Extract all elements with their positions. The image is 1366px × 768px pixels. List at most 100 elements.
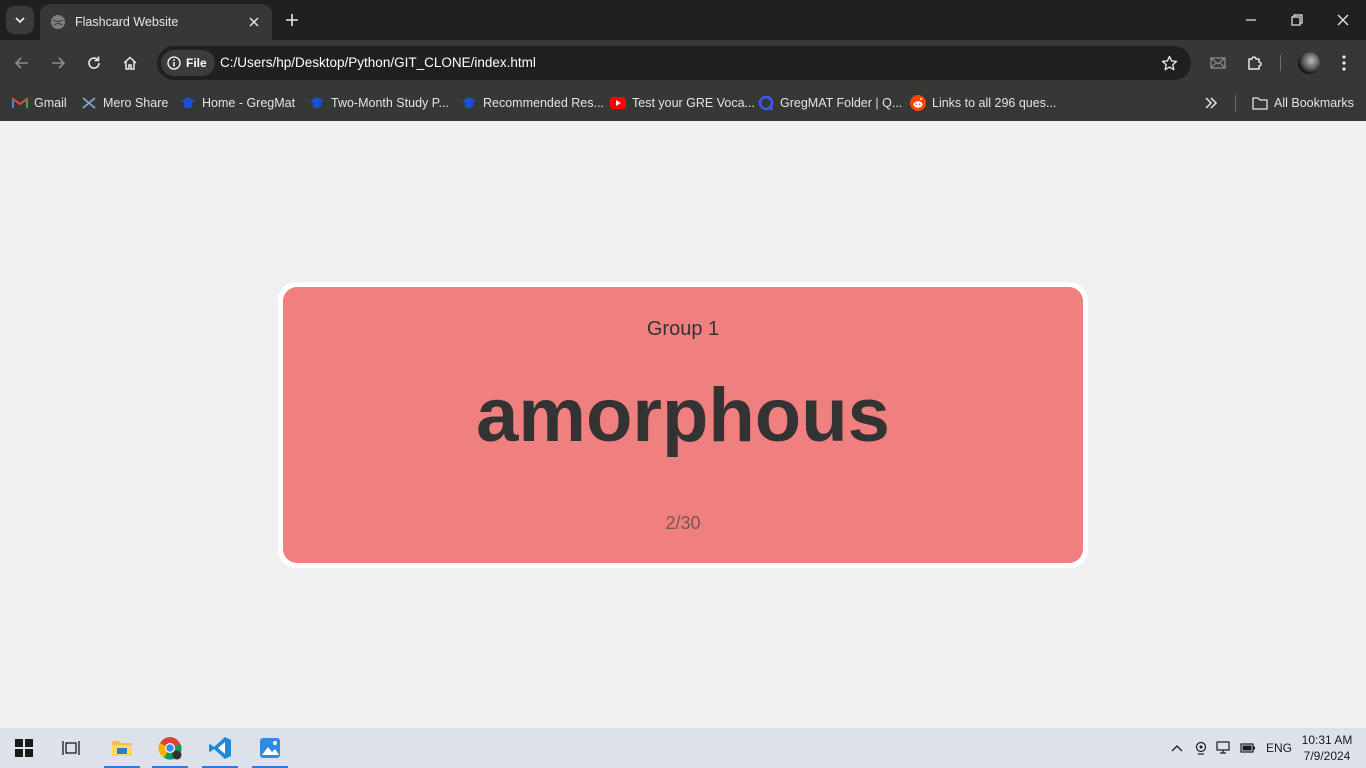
forward-button[interactable]	[46, 51, 70, 75]
bookmark-label: Home - GregMat	[202, 96, 296, 110]
globe-icon	[51, 15, 65, 29]
reddit-icon	[910, 95, 926, 111]
windows-taskbar: ENG 10:31 AM 7/9/2024	[0, 728, 1366, 768]
reload-button[interactable]	[82, 51, 106, 75]
close-tab-icon[interactable]	[246, 14, 262, 30]
all-bookmarks-label: All Bookmarks	[1274, 96, 1354, 110]
tab-flashcard[interactable]: Flashcard Website	[40, 4, 272, 40]
tray-battery[interactable]	[1240, 740, 1256, 756]
bookmark-links-296-questions[interactable]: Links to all 296 ques...	[910, 94, 1056, 112]
tray-network[interactable]	[1216, 740, 1232, 756]
system-clock[interactable]: 10:31 AM 7/9/2024	[1296, 732, 1358, 764]
browser-menu-button[interactable]	[1333, 52, 1355, 74]
mail-icon	[1210, 57, 1226, 69]
card-counter: 2/30	[665, 513, 701, 533]
back-button[interactable]	[10, 51, 34, 75]
browser-toolbar: File C:/Users/hp/Desktop/Python/GIT_CLON…	[0, 40, 1366, 86]
bookmark-test-gre-vocab[interactable]: Test your GRE Voca...	[610, 94, 755, 112]
restore-button[interactable]	[1274, 0, 1320, 40]
site-chip-label: File	[186, 56, 207, 70]
bookmark-gmail[interactable]: Gmail	[12, 94, 67, 112]
chevron-down-icon	[15, 17, 25, 24]
page-content: Group 1 amorphous 2/30	[0, 121, 1366, 728]
bookmark-label: Links to all 296 ques...	[932, 96, 1057, 110]
close-window-button[interactable]	[1320, 0, 1366, 40]
star-icon	[1161, 55, 1177, 70]
flashcard[interactable]: Group 1 amorphous 2/30	[283, 287, 1083, 563]
gregmat-icon	[461, 95, 477, 111]
info-icon	[167, 56, 181, 70]
back-arrow-icon	[14, 57, 28, 69]
vscode-icon	[209, 737, 231, 759]
bookmark-label: Test your GRE Voca...	[632, 96, 755, 110]
bookmark-label: Gmail	[34, 96, 67, 110]
taskbar-file-explorer[interactable]	[102, 728, 142, 768]
double-chevron-right-icon	[1205, 97, 1218, 109]
mero-share-icon	[81, 95, 97, 111]
taskbar-chrome[interactable]	[150, 728, 190, 768]
card-word: amorphous	[476, 373, 890, 458]
home-icon	[123, 56, 137, 70]
card-group-label: Group 1	[646, 318, 720, 340]
start-button[interactable]	[4, 728, 44, 768]
minimize-button[interactable]	[1228, 0, 1274, 40]
task-view-icon	[62, 741, 80, 755]
task-view-button[interactable]	[51, 728, 91, 768]
webcam-icon	[1195, 741, 1207, 755]
clock-date: 7/9/2024	[1303, 749, 1351, 763]
clock-time: 10:31 AM	[1301, 733, 1353, 747]
youtube-icon	[610, 95, 626, 111]
chevron-up-icon	[1171, 745, 1183, 752]
file-explorer-icon	[112, 741, 132, 756]
bookmark-label: Two-Month Study P...	[331, 96, 449, 110]
taskbar-photos[interactable]	[250, 728, 290, 768]
extension-mail-button[interactable]	[1207, 52, 1229, 74]
puzzle-icon	[1248, 56, 1262, 70]
profile-avatar[interactable]	[1298, 52, 1320, 74]
forward-arrow-icon	[52, 57, 66, 69]
bookmarks-overflow-button[interactable]	[1204, 94, 1218, 112]
tab-search-button[interactable]	[6, 6, 34, 34]
more-vertical-icon	[1342, 55, 1346, 71]
bookmark-mero-share[interactable]: Mero Share	[81, 94, 168, 112]
bookmarks-bar: Gmail Mero Share Home - GregMat Two-Mont…	[0, 86, 1366, 121]
home-button[interactable]	[118, 51, 142, 75]
photos-icon	[260, 738, 280, 758]
tray-camera[interactable]	[1193, 740, 1209, 756]
flashcard-frame: Group 1 amorphous 2/30	[278, 282, 1088, 568]
gmail-icon	[12, 95, 28, 111]
toolbar-divider	[1280, 55, 1281, 71]
new-tab-button[interactable]	[282, 10, 302, 30]
network-icon	[1216, 741, 1230, 754]
bookmark-gregmat-folder[interactable]: GregMAT Folder | Q...	[758, 94, 902, 112]
bookmark-label: Recommended Res...	[483, 96, 604, 110]
url-text: C:/Users/hp/Desktop/Python/GIT_CLONE/ind…	[220, 55, 536, 70]
gregmat-icon	[309, 95, 325, 111]
bookmark-label: GregMAT Folder | Q...	[780, 96, 903, 110]
address-bar[interactable]: File C:/Users/hp/Desktop/Python/GIT_CLON…	[157, 46, 1191, 80]
bookmarks-divider	[1235, 95, 1236, 112]
minimize-icon	[1246, 19, 1256, 21]
tab-strip: Flashcard Website	[0, 0, 1366, 40]
reload-icon	[88, 56, 100, 69]
bookmark-recommended-resources[interactable]: Recommended Res...	[461, 94, 604, 112]
bookmark-label: Mero Share	[103, 96, 169, 110]
input-language[interactable]: ENG	[1266, 741, 1292, 755]
close-icon	[1337, 14, 1349, 26]
site-info-chip[interactable]: File	[161, 50, 215, 76]
taskbar-vscode[interactable]	[200, 728, 240, 768]
bookmark-star-button[interactable]	[1159, 53, 1179, 73]
quizlet-icon	[758, 95, 774, 111]
bookmark-home-gregmat[interactable]: Home - GregMat	[180, 94, 295, 112]
tab-title: Flashcard Website	[75, 15, 179, 29]
all-bookmarks-button[interactable]: All Bookmarks	[1252, 94, 1354, 112]
battery-icon	[1240, 743, 1255, 753]
chrome-icon	[158, 737, 182, 760]
gregmat-icon	[180, 95, 196, 111]
bookmark-two-month-study[interactable]: Two-Month Study P...	[309, 94, 449, 112]
restore-icon	[1291, 14, 1303, 26]
extensions-button[interactable]	[1244, 52, 1266, 74]
folder-icon	[1252, 95, 1268, 111]
show-hidden-icons-button[interactable]	[1169, 740, 1185, 756]
windows-start-icon	[15, 739, 33, 757]
